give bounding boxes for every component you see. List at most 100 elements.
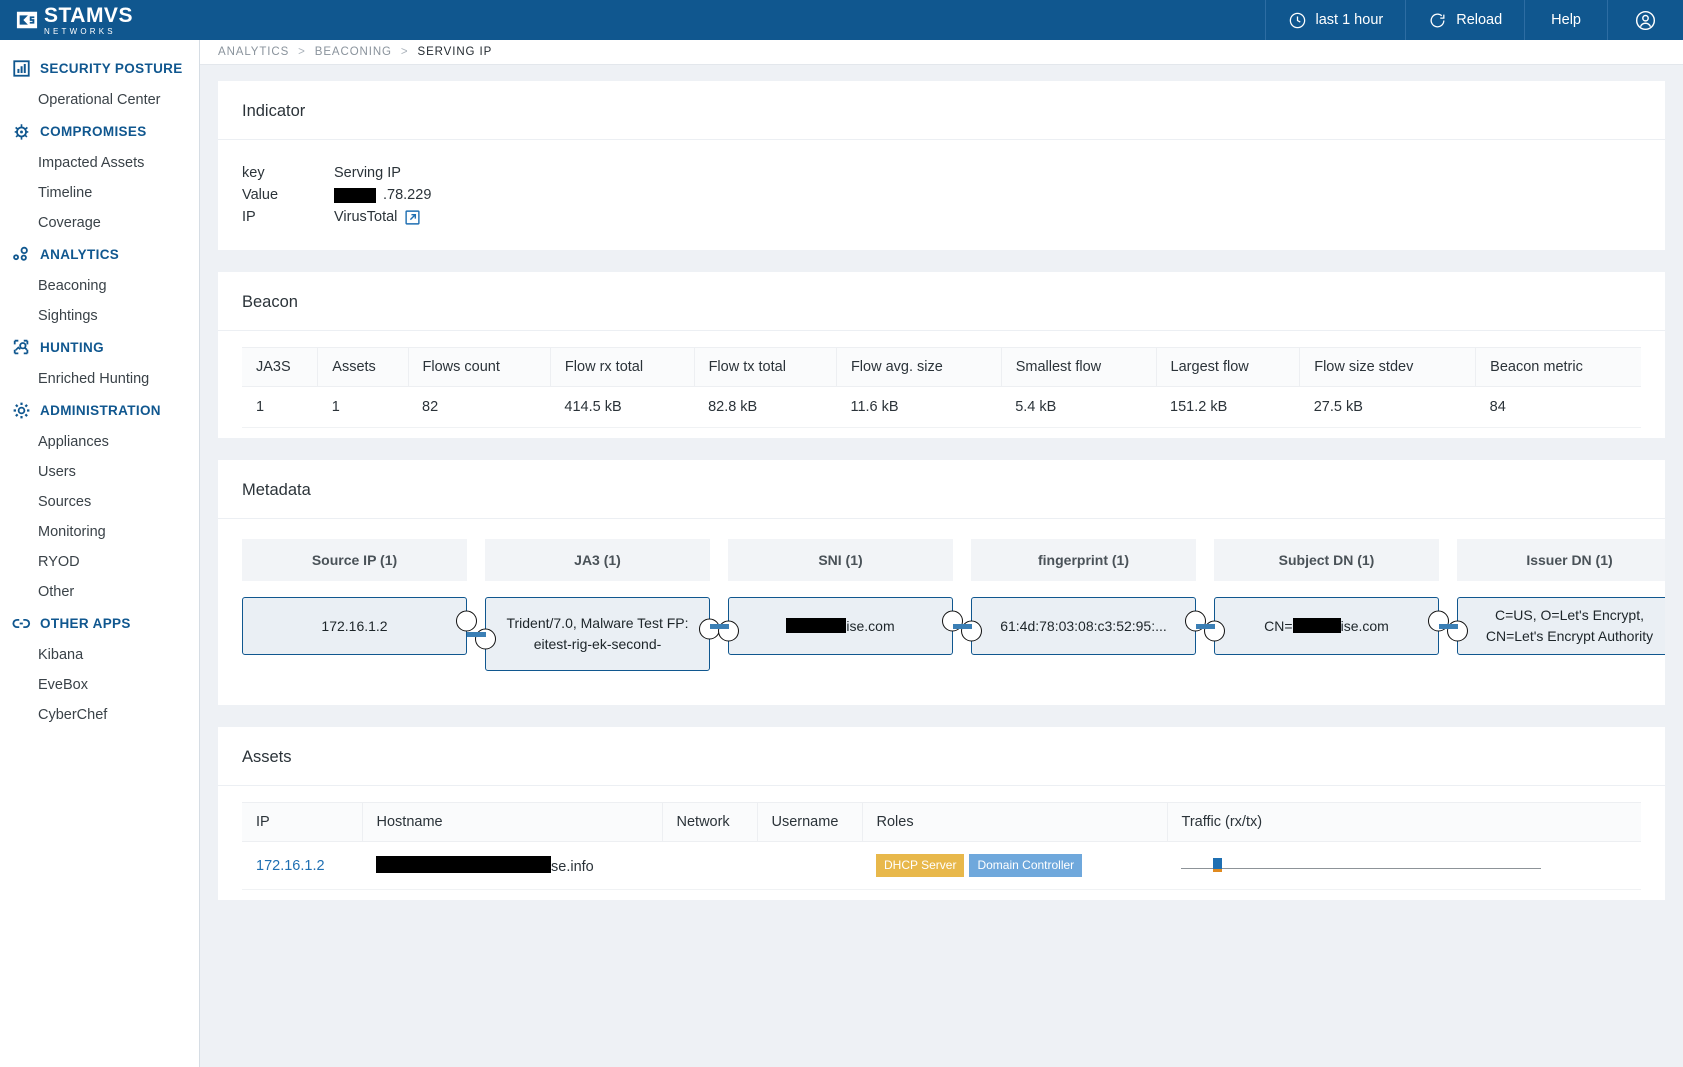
metadata-node-output-port[interactable] <box>699 618 720 640</box>
indicator-row-key: key <box>242 165 265 181</box>
assets-column-header[interactable]: Traffic (rx/tx) <box>1166 802 1641 842</box>
beacon-column-header[interactable]: JA3S <box>242 347 318 387</box>
sidebar-group-security-posture[interactable]: SECURITY POSTURE <box>0 52 199 85</box>
metadata-node-label: 61:4d:78:03:08:c3:52:95:... <box>1000 617 1167 634</box>
assets-column-header[interactable]: Network <box>661 802 757 842</box>
table-row[interactable]: 1 1 82 414.5 kB 82.8 kB 11.6 kB 5.4 kB 151.2 kB… <box>242 386 1641 428</box>
sidebar-group-compromises[interactable]: COMPROMISES <box>0 115 199 148</box>
sidebar-group-hunting[interactable]: HUNTING <box>0 331 199 364</box>
asset-ip-cell: 172.16.1.2 <box>242 841 362 890</box>
metadata-node[interactable]: 172.16.1.2 <box>242 597 477 655</box>
metadata-node-row: 172.16.1.2 Trident/7.0, Malware Test FP: … <box>242 597 1665 671</box>
metadata-node[interactable]: Trident/7.0, Malware Test FP: eitest-rig… <box>467 597 720 671</box>
assets-card: Assets IP Hostname Network Username Roles Tra… <box>218 727 1665 900</box>
sidebar-item-operational-center[interactable]: Operational Center <box>0 85 199 115</box>
breadcrumb-item-analytics[interactable]: ANALYTICS <box>218 46 289 58</box>
beacon-column-header[interactable]: Flow avg. size <box>835 347 1002 387</box>
metadata-node[interactable]: CN= ise.com <box>1196 597 1449 655</box>
beacon-card-header: Beacon <box>218 272 1665 331</box>
indicator-row: IP VirusTotal <box>242 206 1641 228</box>
sidebar-item-users[interactable]: Users <box>0 457 199 487</box>
sidebar-group-administration[interactable]: ADMINISTRATION <box>0 394 199 427</box>
beacon-column-header[interactable]: Flow size stdev <box>1299 347 1476 387</box>
metadata-node-output-port[interactable] <box>456 610 477 632</box>
metadata-column-header: Subject DN (1) <box>1214 539 1439 581</box>
metadata-node[interactable]: ise.com <box>710 597 963 655</box>
redacted-block <box>334 187 376 203</box>
metadata-edge <box>710 624 729 629</box>
hunting-icon <box>13 339 29 355</box>
assets-column-header[interactable]: Hostname <box>361 802 662 842</box>
metadata-node[interactable]: C=US, O=Let's Encrypt, CN=Let's Encrypt … <box>1439 597 1665 655</box>
assets-column-header[interactable]: Roles <box>861 802 1167 842</box>
sidebar-group-label: COMPROMISES <box>40 124 147 139</box>
asset-hostname-cell: se.info <box>362 841 662 890</box>
sidebar-item-ryod[interactable]: RYOD <box>0 547 199 577</box>
status-badge: Domain Controller <box>969 854 1083 877</box>
breadcrumb: ANALYTICS > BEACONING > SERVING IP <box>200 40 1683 65</box>
main-area: ANALYTICS > BEACONING > SERVING IP Indicator… <box>200 40 1683 1067</box>
sidebar-item-coverage[interactable]: Coverage <box>0 208 199 238</box>
brand-name: STAMVS <box>44 3 133 27</box>
assets-column-header[interactable]: Username <box>756 802 862 842</box>
sidebar-item-monitoring[interactable]: Monitoring <box>0 517 199 547</box>
asset-ip-link[interactable]: 172.16.1.2 <box>256 858 325 874</box>
sidebar-item-sightings[interactable]: Sightings <box>0 301 199 331</box>
metadata-graph: Source IP (1) JA3 (1) SNI (1) fingerprint (… <box>242 539 1665 671</box>
metadata-column-header: JA3 (1) <box>485 539 710 581</box>
indicator-row-key: Value <box>242 187 279 203</box>
beacon-cell: 27.5 kB <box>1299 386 1476 428</box>
beacon-header-row: JA3S Assets Flows count Flow rx total Flow t… <box>242 347 1641 387</box>
brand-logo[interactable]: STAMVS NETWORKS <box>0 0 200 40</box>
help-button[interactable]: Help <box>1524 0 1607 40</box>
metadata-body: Source IP (1) JA3 (1) SNI (1) fingerprint (… <box>218 519 1665 705</box>
beacon-column-header[interactable]: Beacon metric <box>1475 347 1641 387</box>
beacon-column-header[interactable]: Flows count <box>407 347 551 387</box>
beacon-column-header[interactable]: Smallest flow <box>1000 347 1157 387</box>
sidebar-item-kibana[interactable]: Kibana <box>0 640 199 670</box>
sidebar-item-timeline[interactable]: Timeline <box>0 178 199 208</box>
beacon-cell: 1 <box>317 386 408 428</box>
table-row[interactable]: 172.16.1.2 se.info DHCP Server Domain Contr… <box>242 841 1641 890</box>
beacon-column-header[interactable]: Flow rx total <box>549 347 695 387</box>
external-link-icon[interactable] <box>404 209 421 226</box>
reload-button[interactable]: Reload <box>1405 0 1524 40</box>
beacon-column-header[interactable]: Flow tx total <box>693 347 837 387</box>
sidebar-item-appliances[interactable]: Appliances <box>0 427 199 457</box>
assets-header-row: IP Hostname Network Username Roles Traffic (r… <box>242 802 1641 842</box>
brand-subtitle: NETWORKS <box>44 26 116 36</box>
metadata-column-header: SNI (1) <box>728 539 953 581</box>
sidebar-item-cyberchef[interactable]: CyberChef <box>0 700 199 730</box>
beacon-column-header[interactable]: Largest flow <box>1155 347 1300 387</box>
sidebar-item-sources[interactable]: Sources <box>0 487 199 517</box>
redacted-block <box>376 856 551 873</box>
indicator-row-key: IP <box>242 209 256 225</box>
metadata-edge <box>953 624 972 629</box>
bug-icon <box>14 124 29 140</box>
sidebar-group-other-apps[interactable]: OTHER APPS <box>0 607 199 640</box>
reload-label: Reload <box>1456 12 1503 28</box>
page-content: Indicator key Serving IP Value .78.229 IP Vir… <box>200 65 1683 900</box>
sidebar-item-beaconing[interactable]: Beaconing <box>0 271 199 301</box>
beacon-table-body: 1 1 82 414.5 kB 82.8 kB 11.6 kB 5.4 kB 151.2 kB… <box>242 386 1641 428</box>
sidebar-item-evebox[interactable]: EveBox <box>0 670 199 700</box>
sidebar-group-analytics[interactable]: ANALYTICS <box>0 238 199 271</box>
sidebar-item-impacted-assets[interactable]: Impacted Assets <box>0 148 199 178</box>
beacon-column-header[interactable]: Assets <box>317 347 408 387</box>
metadata-node[interactable]: 61:4d:78:03:08:c3:52:95:... <box>953 597 1206 655</box>
sidebar-item-enriched-hunting[interactable]: Enriched Hunting <box>0 364 199 394</box>
sidebar-group-label: SECURITY POSTURE <box>40 61 183 76</box>
breadcrumb-separator: > <box>298 46 306 58</box>
metadata-node-label: C=US, O=Let's Encrypt, CN=Let's Encrypt … <box>1485 607 1654 644</box>
sidebar-group-label: OTHER APPS <box>40 616 131 631</box>
beacon-cell: 84 <box>1475 386 1641 428</box>
metadata-card: Metadata Source IP (1) JA3 (1) SNI (1) fing… <box>218 460 1665 705</box>
beacon-card: Beacon JA3S Assets Flows count Flow rx tota… <box>218 272 1665 438</box>
time-range-selector[interactable]: last 1 hour <box>1264 0 1406 40</box>
breadcrumb-item-beaconing[interactable]: BEACONING <box>315 46 392 58</box>
breadcrumb-separator: > <box>400 46 409 58</box>
user-account-button[interactable] <box>1607 0 1683 40</box>
assets-column-header[interactable]: IP <box>242 802 362 842</box>
sidebar-item-other[interactable]: Other <box>0 577 199 607</box>
